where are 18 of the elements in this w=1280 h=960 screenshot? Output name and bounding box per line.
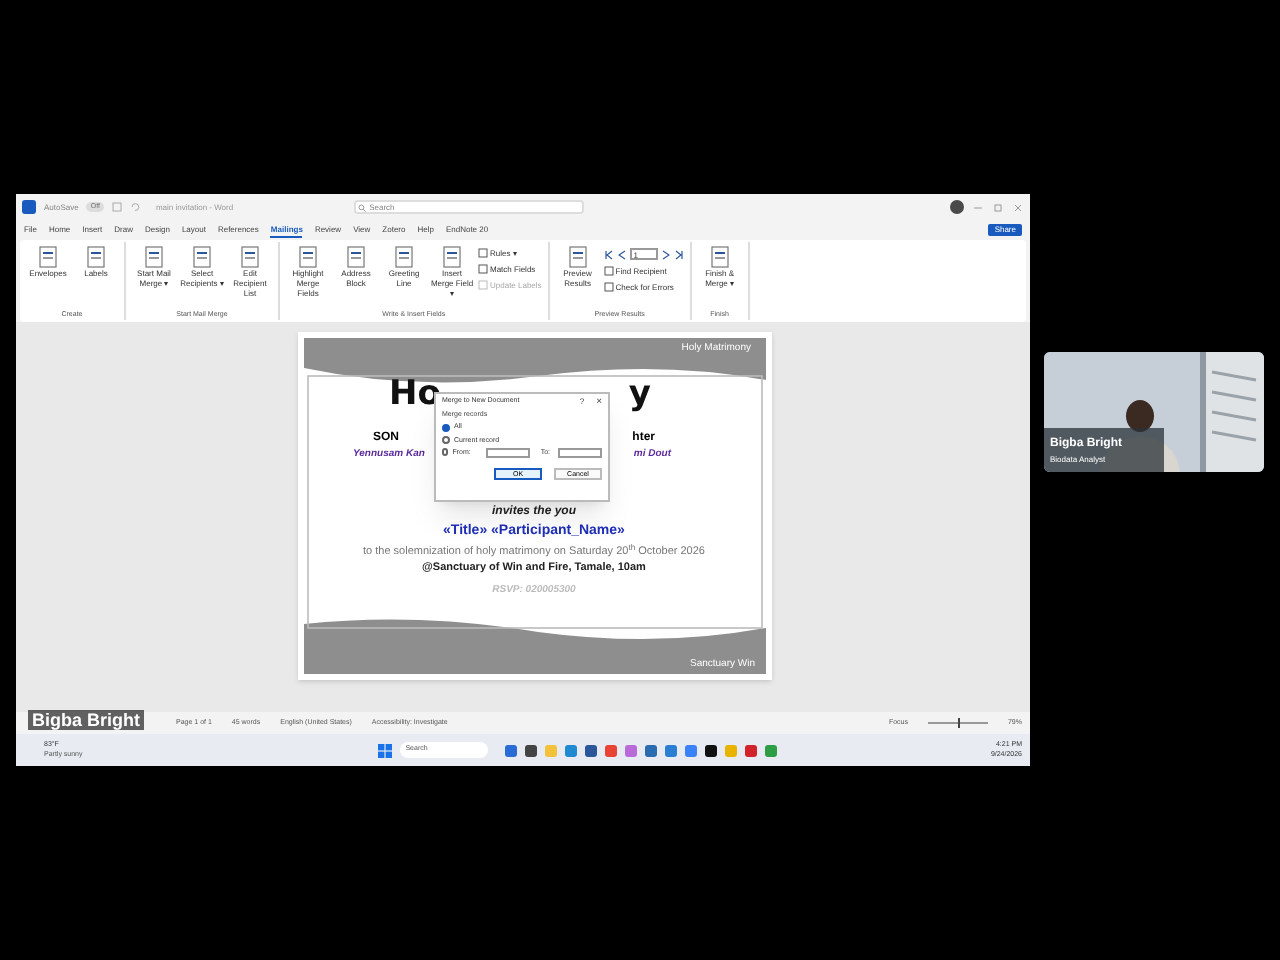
next-record-icon[interactable] bbox=[661, 249, 670, 259]
last-record-icon[interactable] bbox=[673, 249, 684, 259]
from-field[interactable] bbox=[486, 447, 531, 458]
to-field[interactable] bbox=[558, 447, 602, 458]
speaker-name-overlay: Bigba Bright bbox=[28, 710, 144, 730]
word-logo-icon bbox=[22, 200, 36, 214]
start-icon[interactable] bbox=[377, 743, 392, 757]
search-icon bbox=[357, 203, 366, 211]
maximize-icon[interactable] bbox=[992, 201, 1004, 213]
title-text: y bbox=[628, 376, 651, 412]
avatar-icon[interactable] bbox=[950, 200, 964, 214]
first-record-icon[interactable] bbox=[603, 249, 614, 259]
previous-record-icon[interactable] bbox=[617, 249, 626, 259]
radio-button[interactable] bbox=[442, 436, 450, 445]
radio-button[interactable] bbox=[442, 448, 449, 457]
close-icon[interactable] bbox=[1012, 201, 1024, 213]
undo-icon[interactable] bbox=[129, 202, 140, 212]
radio-button[interactable] bbox=[442, 423, 450, 432]
